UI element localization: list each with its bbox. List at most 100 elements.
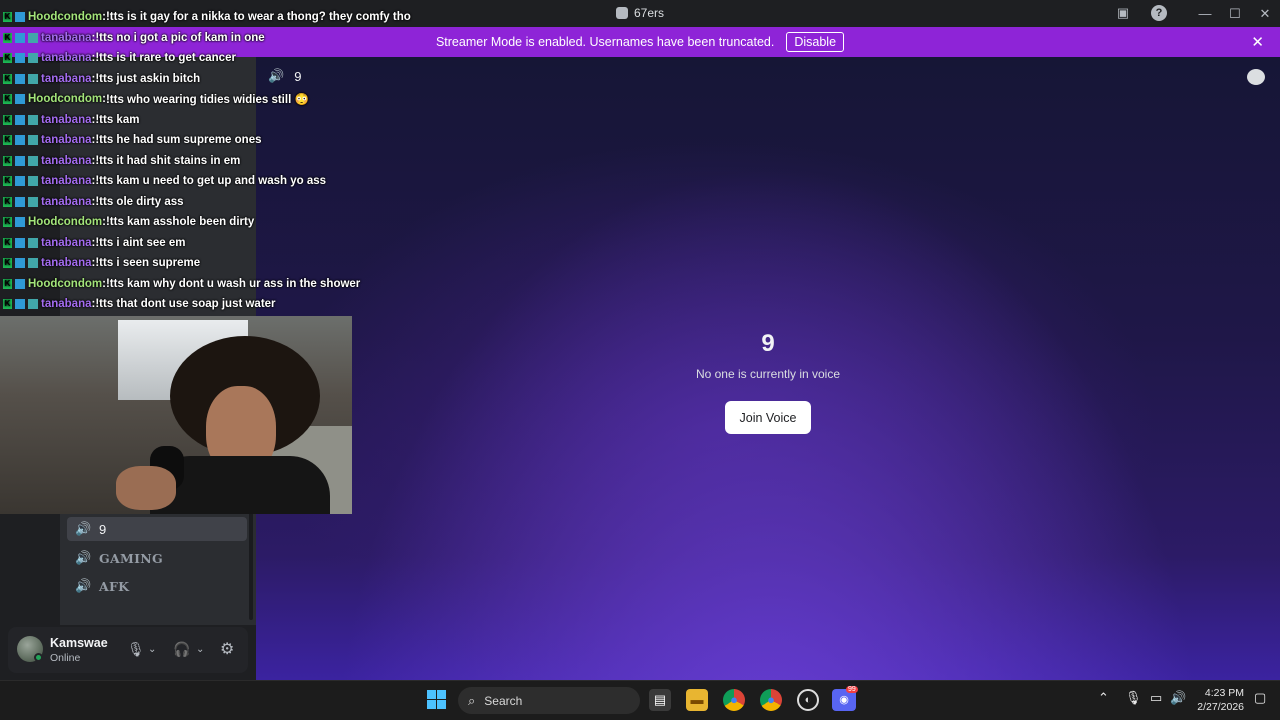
chat-username[interactable]: tanabana <box>41 196 92 208</box>
tier-badge-icon <box>28 196 38 207</box>
chat-text: !tts kam <box>95 113 140 126</box>
chat-username[interactable]: tanabana <box>41 73 92 85</box>
clock-time: 4:23 PM <box>1204 687 1244 699</box>
window-controls: — ☐ ✕ <box>1190 0 1280 27</box>
user-status: Online <box>50 652 81 664</box>
chat-text: !tts is it rare to get cancer <box>95 52 236 64</box>
sub-badge-icon <box>15 278 25 289</box>
chat-username[interactable]: Hoodcondom <box>28 278 102 290</box>
microphone-icon[interactable]: 🎙 <box>127 641 145 658</box>
sub-badge-icon <box>15 155 25 166</box>
headphones-icon[interactable]: 🎧 <box>173 641 190 658</box>
tier-badge-icon <box>28 237 38 248</box>
obs-icon[interactable]: ◐ <box>797 689 819 711</box>
sub-badge-icon <box>15 32 25 43</box>
settings-gear-icon[interactable]: ⚙ <box>220 639 234 659</box>
kick-badge-icon: K <box>3 12 12 22</box>
sub-badge-icon <box>15 12 25 22</box>
tray-display-icon[interactable]: ▭ <box>1150 690 1162 706</box>
clock-date: 2/27/2026 <box>1197 701 1244 713</box>
username[interactable]: Kamswae <box>50 636 108 650</box>
tier-badge-icon <box>28 155 38 166</box>
windows-start-icon[interactable] <box>427 690 446 709</box>
kick-badge-icon: K <box>3 114 12 125</box>
screen-share-icon[interactable]: ▣ <box>1115 5 1131 21</box>
tier-badge-icon <box>28 73 38 84</box>
sub-badge-icon <box>15 73 25 84</box>
audio-options-chevron-icon[interactable]: ⌄ <box>196 644 204 655</box>
chrome-profile-icon[interactable]: ● <box>760 689 782 711</box>
tier-badge-icon <box>28 32 38 43</box>
search-icon: ⌕ <box>468 692 476 708</box>
kick-badge-icon: K <box>3 155 12 166</box>
kick-badge-icon: K <box>3 176 12 186</box>
chat-text: !tts just askin bitch <box>95 72 201 85</box>
sub-badge-icon <box>15 114 25 125</box>
notifications-icon[interactable]: ▢ <box>1254 690 1266 706</box>
chat-text: !tts it had shit stains in em <box>95 154 241 167</box>
sub-badge-icon <box>15 53 25 63</box>
taskbar-search[interactable]: ⌕ Search <box>458 687 640 714</box>
chat-username[interactable]: tanabana <box>41 52 92 64</box>
kick-badge-icon: K <box>3 135 12 145</box>
tray-microphone-icon[interactable]: 🎙 <box>1125 690 1142 706</box>
chat-text: !tts he had sum supreme ones <box>95 134 262 146</box>
mic-options-chevron-icon[interactable]: ⌄ <box>148 644 156 655</box>
kick-badge-icon: K <box>3 73 12 84</box>
chat-message: Ktanabana : !tts that dont use soap just… <box>3 295 276 313</box>
speaker-icon: 🔊 <box>75 521 92 536</box>
chat-message: K Hoodcondom : !tts is it gay for a nikka… <box>3 8 411 26</box>
file-explorer-icon[interactable]: ▬ <box>686 689 708 711</box>
voice-channel-9[interactable]: 🔊 9 <box>67 517 247 541</box>
chat-message: Ktanabana : !tts i seen supreme <box>3 254 200 272</box>
chat-username[interactable]: tanabana <box>41 134 92 146</box>
taskbar-clock[interactable]: 4:23 PM 2/27/2026 <box>1196 686 1244 714</box>
close-window-button[interactable]: ✕ <box>1250 6 1280 22</box>
maximize-button[interactable]: ☐ <box>1220 6 1250 22</box>
chat-username[interactable]: Hoodcondom <box>28 93 102 105</box>
store-icon[interactable]: ▤ <box>649 689 671 711</box>
chat-icon[interactable] <box>1247 69 1265 85</box>
chat-message: K Hoodcondom : !tts kam why dont u wash u… <box>3 275 360 293</box>
chat-username[interactable]: tanabana <box>41 257 92 269</box>
chat-text: !tts is it gay for a nikka to wear a tho… <box>105 11 411 23</box>
join-voice-button[interactable]: Join Voice <box>725 401 811 434</box>
kick-badge-icon: K <box>3 237 12 248</box>
disable-streamer-mode-button[interactable]: Disable <box>786 32 845 52</box>
taskbar-search-label: Search <box>484 693 523 708</box>
window-title: 67ers <box>633 6 665 20</box>
chat-username[interactable]: tanabana <box>41 175 92 187</box>
tray-volume-icon[interactable]: 🔊 <box>1170 690 1186 706</box>
voice-channel-gaming[interactable]: 🔊 GAMING <box>67 546 247 570</box>
tray-overflow-chevron-icon[interactable]: ⌃ <box>1098 690 1109 706</box>
chrome-icon[interactable]: ● <box>723 689 745 711</box>
chat-username[interactable]: Hoodcondom <box>28 216 102 228</box>
chat-username[interactable]: tanabana <box>41 32 92 44</box>
minimize-button[interactable]: — <box>1190 6 1220 21</box>
chat-username[interactable]: tanabana <box>41 237 92 249</box>
webcam-overlay <box>0 316 352 514</box>
tier-badge-icon <box>28 258 38 268</box>
chat-message: Ktanabana : !tts kam <box>3 111 139 129</box>
chat-text: !tts that dont use soap just water <box>95 298 276 310</box>
banner-close-icon[interactable]: ✕ <box>1251 33 1264 51</box>
help-icon[interactable]: ? <box>1151 5 1167 21</box>
kick-badge-icon: K <box>3 217 12 227</box>
kick-badge-icon: K <box>3 278 12 289</box>
webcam-person-hand <box>116 466 176 510</box>
stream-chat-overlay: K Hoodcondom : !tts is it gay for a nikka… <box>0 0 411 316</box>
chat-username[interactable]: tanabana <box>41 155 92 167</box>
tier-badge-icon <box>28 176 38 186</box>
taskbar <box>0 680 1280 720</box>
chat-username[interactable]: Hoodcondom <box>28 11 102 23</box>
chat-message: K Hoodcondom : !tts who wearing tidies wi… <box>3 90 309 108</box>
chat-username[interactable]: tanabana <box>41 298 92 310</box>
chat-message: K Hoodcondom : !tts kam asshole been dirt… <box>3 213 254 231</box>
sub-badge-icon <box>15 299 25 309</box>
chat-username[interactable]: tanabana <box>41 114 92 126</box>
kick-badge-icon: K <box>3 299 12 309</box>
sub-badge-icon <box>15 196 25 207</box>
kick-badge-icon: K <box>3 53 12 63</box>
voice-channel-afk[interactable]: 🔊 AFK <box>67 574 247 598</box>
chat-message: Ktanabana : !tts is it rare to get cance… <box>3 49 236 67</box>
